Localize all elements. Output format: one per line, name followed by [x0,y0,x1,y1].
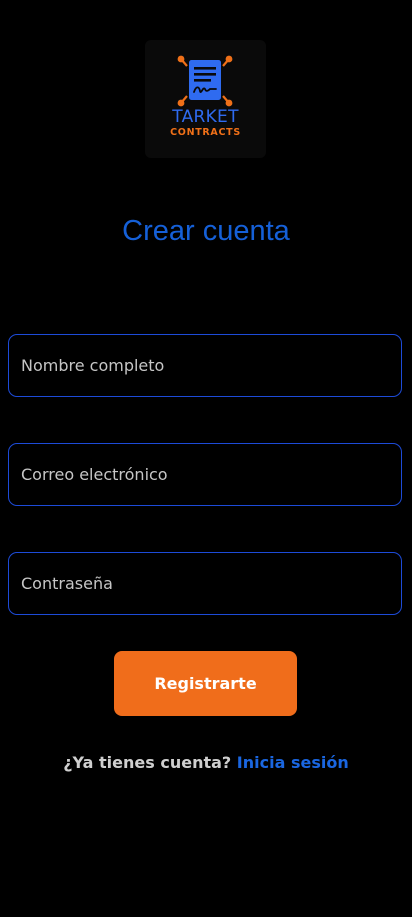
login-link[interactable]: Inicia sesión [237,753,349,772]
full-name-field[interactable] [8,334,402,397]
logo-subtitle: CONTRACTS [170,127,241,138]
password-field[interactable] [8,552,402,615]
register-button[interactable]: Registrarte [114,651,297,716]
login-prompt-text: ¿Ya tienes cuenta? [63,753,232,772]
login-prompt: ¿Ya tienes cuenta? Inicia sesión [0,752,412,774]
app-logo: TARKET CONTRACTS [145,40,266,158]
email-input[interactable] [9,444,401,505]
full-name-input[interactable] [9,335,401,396]
contract-document-icon [177,55,233,107]
logo-name: TARKET [172,107,239,127]
email-field[interactable] [8,443,402,506]
page-title: Crear cuenta [122,215,290,247]
password-input[interactable] [9,553,401,614]
